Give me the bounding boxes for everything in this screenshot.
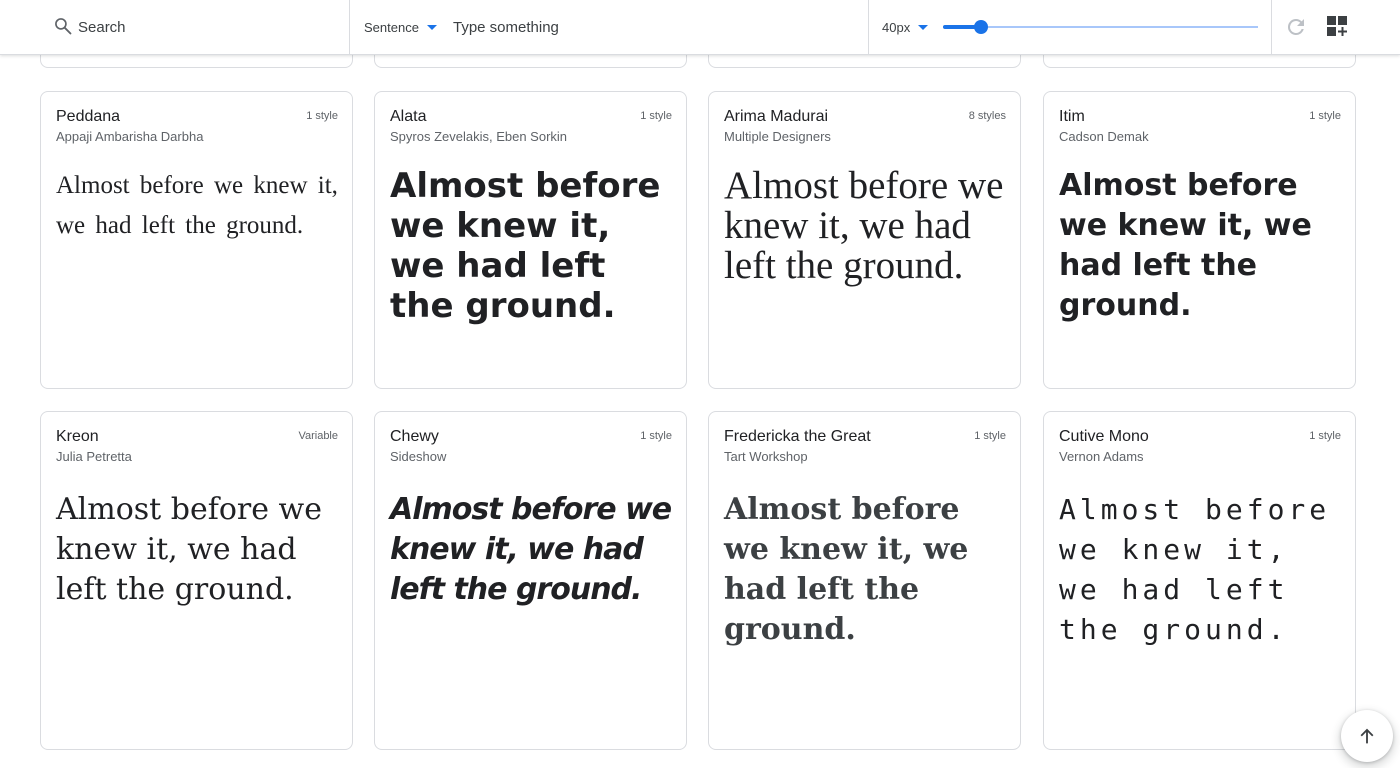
font-name: Itim [1059,108,1085,125]
font-name: Cutive Mono [1059,428,1149,445]
font-style-count: Variable [298,430,338,442]
font-name: Arima Madurai [724,108,829,125]
font-style-count: 1 style [974,430,1006,442]
font-style-count: 1 style [1309,430,1341,442]
slider-thumb[interactable] [973,20,988,34]
preview-mode-dropdown[interactable]: Sentence [364,16,437,38]
font-size-label: 40px [882,19,911,35]
font-name: Alata [390,108,427,125]
font-size-slider[interactable] [943,19,1258,35]
preview-text-bar: Sentence [351,0,869,54]
font-designer: Cadson Demak [1059,129,1149,144]
font-sample-text: Almost before we knew it, we had left th… [390,166,661,326]
font-designer: Spyros Zevelakis, Eben Sorkin [390,129,568,144]
font-card-cutive-mono[interactable]: Cutive Mono Vernon Adams 1 style Almost … [1043,411,1356,750]
font-name: Peddana [56,108,121,125]
font-sample-text: Almost before we knew it, we had left th… [1059,168,1312,323]
preview-text-input[interactable] [451,14,851,40]
font-designer: Appaji Ambarisha Darbha [56,129,204,144]
font-name: Chewy [390,428,439,445]
font-card-fredericka-the-great[interactable]: Fredericka the Great Tart Workshop 1 sty… [708,411,1021,750]
font-card-grid: Peddana Appaji Ambarisha Darbha 1 style … [0,0,1400,768]
font-sample-text: Almost before we knew it, we had left th… [390,492,672,607]
font-card-peddana[interactable]: Peddana Appaji Ambarisha Darbha 1 style … [40,91,353,389]
back-to-top-button[interactable] [1341,710,1393,762]
font-card-arima-madurai[interactable]: Arima Madurai Multiple Designers 8 style… [708,91,1021,389]
arrow-up-icon [1360,728,1374,744]
font-sample-text: Almost before we knew it, we had left th… [56,492,322,607]
slider-track [943,26,1258,28]
grid-add-icon[interactable] [1325,14,1349,38]
font-card-alata[interactable]: Alata Spyros Zevelakis, Eben Sorkin 1 st… [374,91,687,389]
font-designer: Sideshow [390,449,447,464]
font-designer: Tart Workshop [724,449,808,464]
search-bar [0,0,350,54]
font-card-chewy[interactable]: Chewy Sideshow 1 style Almost before we … [374,411,687,750]
font-toolbar: Sentence 40px [0,0,1400,55]
search-icon[interactable] [53,16,73,36]
font-sample-text: Almost before we knew it, we had left th… [1059,493,1331,646]
font-size-bar: 40px [870,0,1272,54]
font-name: Kreon [56,428,99,445]
font-name: Fredericka the Great [724,428,871,445]
font-designer: Multiple Designers [724,129,831,144]
font-card-itim[interactable]: Itim Cadson Demak 1 style Almost before … [1043,91,1356,389]
refresh-icon[interactable] [1284,15,1308,39]
font-sample-text: Almost before we knew it, we had left th… [724,164,1004,287]
font-style-count: 1 style [306,110,338,122]
font-card-kreon[interactable]: Kreon Julia Petretta Variable Almost bef… [40,411,353,750]
preview-mode-label: Sentence [364,19,419,35]
font-designer: Vernon Adams [1059,449,1144,464]
font-style-count: 1 style [1309,110,1341,122]
font-style-count: 8 styles [968,110,1006,122]
font-sample-text: Almost before we knew it, we had left th… [56,172,338,239]
font-designer: Julia Petretta [56,449,132,464]
font-style-count: 1 style [640,430,672,442]
chevron-down-icon [426,24,437,30]
font-size-dropdown[interactable]: 40px [882,16,929,38]
font-style-count: 1 style [640,110,672,122]
font-sample-text: Almost before we knew it, we had left th… [724,492,969,647]
search-input[interactable] [76,14,326,40]
chevron-down-icon [918,24,929,30]
